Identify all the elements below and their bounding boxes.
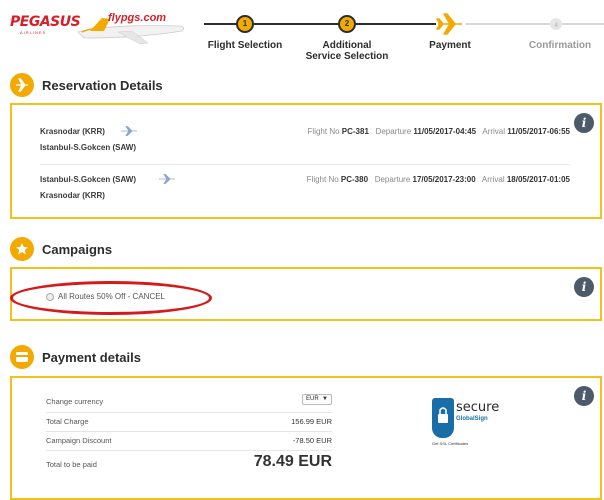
flight-destination: Krasnodar (KRR) — [40, 191, 105, 200]
flight-no: PC-380 — [340, 175, 369, 184]
ssl-brand-text: GlobalSign — [456, 416, 488, 422]
currency-value: EUR — [306, 396, 319, 402]
logo-domain: flypgs.com — [108, 12, 167, 24]
airplane-route-icon — [159, 174, 175, 184]
arrival-label: Arrival — [482, 127, 506, 136]
flight-info: Flight No PC-380 Departure 17/05/2017-23… — [307, 175, 570, 184]
pegasus-logo[interactable]: PEGASUS AIRLINES flypgs.com — [10, 10, 190, 48]
total-to-pay-value: 78.49 EUR — [253, 453, 332, 470]
flight-no-label: Flight No — [306, 175, 339, 184]
highlight-ellipse — [10, 281, 212, 315]
total-to-pay-label: Total to be paid — [46, 460, 97, 469]
ssl-seal[interactable]: secure GlobalSign Get SSL Certificates — [432, 398, 514, 446]
departure-time: 11/05/2017-04:45 — [413, 127, 477, 136]
step-1-dot: 1 — [236, 15, 254, 33]
campaign-discount-label: Campaign Discount — [46, 436, 112, 445]
info-icon[interactable]: i — [574, 113, 594, 133]
flight-row: Istanbul-S.Gokcen (SAW) Krasnodar (KRR) … — [40, 165, 570, 219]
departure-label: Departure — [375, 127, 412, 136]
step-1-label[interactable]: Flight Selection — [204, 40, 286, 51]
arrival-time: 18/05/2017-01:05 — [506, 175, 570, 184]
step-2-dot: 2 — [338, 15, 356, 33]
arrival-label: Arrival — [481, 175, 505, 184]
flight-row: Krasnodar (KRR) Istanbul-S.Gokcen (SAW) … — [40, 111, 570, 165]
ssl-cert-text: Get SSL Certificates — [432, 441, 469, 446]
campaigns-title: Campaigns — [42, 241, 113, 257]
total-to-pay-row: Total to be paid 78.49 EUR — [46, 453, 332, 470]
flight-info: Flight No PC-381 Departure 11/05/2017-04… — [308, 127, 570, 136]
info-icon[interactable]: i — [574, 386, 594, 406]
departure-label: Departure — [374, 175, 411, 184]
step-3-label: Payment — [429, 40, 471, 51]
step-2-label[interactable]: Additional Service Selection — [304, 40, 390, 62]
divider — [46, 431, 332, 432]
airplane-route-icon — [121, 126, 137, 136]
total-charge-value: 156.99 EUR — [291, 417, 332, 426]
divider — [46, 450, 332, 451]
change-currency-row: Change currency EUR ▼ — [46, 394, 332, 406]
logo-sub: AIRLINES — [20, 30, 47, 35]
chevron-down-icon: ▼ — [322, 396, 328, 402]
currency-select[interactable]: EUR ▼ — [302, 394, 332, 405]
reservation-heading: Reservation Details — [10, 72, 163, 98]
step-4-dot: 4 — [550, 18, 562, 30]
campaigns-heading: Campaigns — [10, 236, 112, 262]
flight-origin: Krasnodar (KRR) — [40, 127, 105, 136]
flight-destination: Istanbul-S.Gokcen (SAW) — [40, 143, 137, 152]
total-charge-row: Total Charge 156.99 EUR — [46, 417, 332, 426]
info-icon[interactable]: i — [574, 277, 594, 297]
airplane-section-icon — [10, 73, 34, 97]
change-currency-label: Change currency — [46, 397, 104, 406]
card-icon — [10, 345, 34, 369]
flight-no-label: Flight No — [307, 127, 340, 136]
airplane-step-icon — [436, 13, 462, 35]
campaign-discount-value: -78.50 EUR — [292, 436, 332, 445]
reservation-title: Reservation Details — [42, 77, 163, 93]
total-charge-label: Total Charge — [46, 417, 89, 426]
payment-title: Payment details — [42, 349, 141, 365]
booking-steps: 1 2 4 Flight Selection Additional Servic… — [204, 0, 604, 70]
step-4-label: Confirmation — [528, 40, 592, 51]
flight-no: PC-381 — [341, 127, 369, 136]
progress-line-pending — [466, 23, 604, 25]
ssl-secure-text: secure — [456, 400, 500, 415]
star-icon — [10, 237, 34, 261]
departure-time: 17/05/2017-23:00 — [412, 175, 476, 184]
campaign-discount-row: Campaign Discount -78.50 EUR — [46, 436, 332, 445]
flight-origin: Istanbul-S.Gokcen (SAW) — [40, 175, 137, 184]
divider — [46, 412, 332, 413]
payment-panel: i Change currency EUR ▼ Total Charge 156… — [10, 376, 602, 500]
lock-icon — [432, 398, 454, 438]
reservation-panel: i Krasnodar (KRR) Istanbul-S.Gokcen (SAW… — [10, 103, 602, 219]
arrival-time: 11/05/2017-06:55 — [507, 127, 570, 136]
payment-heading: Payment details — [10, 344, 141, 370]
